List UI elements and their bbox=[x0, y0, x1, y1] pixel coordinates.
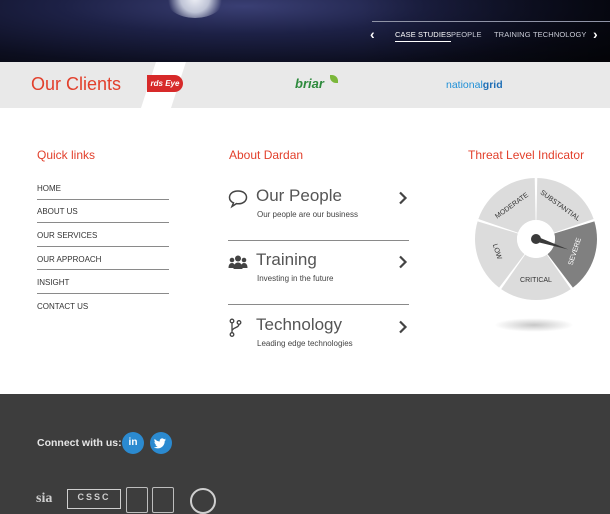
carousel-tab-training[interactable]: TRAINING bbox=[494, 30, 531, 39]
quick-link-our-approach[interactable]: OUR APPROACH bbox=[37, 247, 169, 271]
carousel-tab-people[interactable]: PEOPLE bbox=[451, 30, 482, 39]
twitter-bird-icon bbox=[153, 438, 166, 449]
carousel-tab-case-studies[interactable]: CASE STUDIES bbox=[395, 30, 452, 42]
carousel-next-icon[interactable]: › bbox=[593, 26, 605, 42]
quick-link-about-us[interactable]: ABOUT US bbox=[37, 200, 169, 224]
about-divider bbox=[228, 240, 409, 241]
cssc-logo: CSSC bbox=[67, 489, 121, 509]
chevron-right-icon bbox=[399, 255, 408, 269]
clients-band: Our Clients rds Eye briar nationalgrid bbox=[0, 62, 610, 108]
quick-link-our-services[interactable]: OUR SERVICES bbox=[37, 223, 169, 247]
chevron-right-icon bbox=[399, 191, 408, 205]
about-item-title: Training bbox=[256, 250, 317, 269]
threat-gauge: LOWMODERATE SUBSTANTIALSEVERECRITICAL bbox=[475, 178, 597, 300]
about-item-subtitle: Our people are our business bbox=[257, 210, 358, 219]
clients-title: Our Clients bbox=[31, 74, 122, 94]
chat-bubble-icon bbox=[228, 190, 248, 209]
gauge-label-critical: CRITICAL bbox=[520, 277, 552, 284]
quick-link-home[interactable]: HOME bbox=[37, 176, 169, 200]
briar-leaf-icon bbox=[330, 75, 338, 83]
about-item-subtitle: Leading edge technologies bbox=[257, 339, 353, 348]
about-item-training[interactable]: Training Investing in the future bbox=[228, 250, 409, 290]
about-item-title: Technology bbox=[256, 315, 343, 334]
quick-link-insight[interactable]: INSIGHT bbox=[37, 270, 169, 294]
about-item-title: Our People bbox=[256, 186, 342, 205]
branch-icon bbox=[229, 318, 242, 337]
about-item-subtitle: Investing in the future bbox=[257, 274, 334, 283]
sia-logo: sia bbox=[36, 491, 53, 506]
quick-links-title: Quick links bbox=[37, 148, 96, 162]
about-item-technology[interactable]: Technology Leading edge technologies bbox=[228, 315, 409, 355]
carousel-divider bbox=[372, 21, 610, 22]
birds-eye-logo[interactable]: rds Eye bbox=[147, 75, 183, 92]
carousel-prev-icon[interactable]: ‹ bbox=[370, 26, 382, 42]
accreditation-badge-2 bbox=[152, 487, 174, 513]
national-grid-logo[interactable]: nationalgrid bbox=[446, 79, 503, 91]
connect-label: Connect with us: bbox=[37, 437, 122, 449]
chevron-right-icon bbox=[399, 320, 408, 334]
linkedin-icon[interactable]: in bbox=[122, 432, 144, 454]
accreditation-seal bbox=[190, 488, 216, 514]
quick-links-list: HOME ABOUT US OUR SERVICES OUR APPROACH … bbox=[37, 176, 169, 318]
about-divider bbox=[228, 304, 409, 305]
carousel-tab-technology[interactable]: TECHNOLOGY bbox=[533, 30, 587, 39]
twitter-icon[interactable] bbox=[150, 432, 172, 454]
about-item-our-people[interactable]: Our People Our people are our business bbox=[228, 186, 409, 226]
threat-title: Threat Level Indicator bbox=[468, 148, 585, 162]
group-icon bbox=[228, 255, 248, 269]
accreditation-badge-1 bbox=[126, 487, 148, 513]
about-title: About Dardan bbox=[229, 148, 304, 162]
briar-logo[interactable]: briar bbox=[295, 76, 324, 91]
quick-link-contact-us[interactable]: CONTACT US bbox=[37, 294, 169, 318]
hero-light bbox=[165, 0, 225, 18]
